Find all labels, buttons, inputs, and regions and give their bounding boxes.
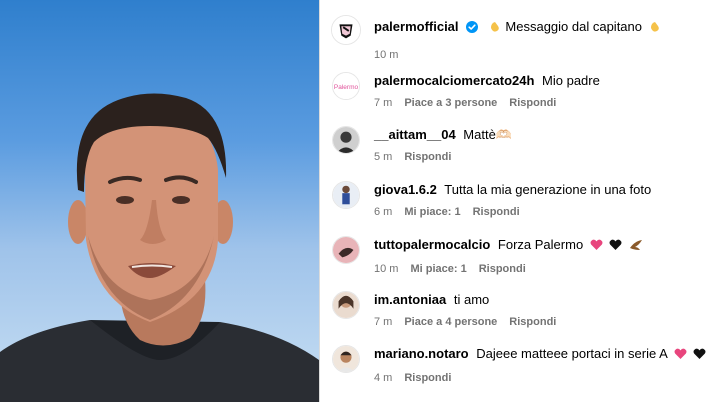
pink-heart-emoji-icon (590, 238, 603, 256)
username[interactable]: palermofficial (374, 19, 459, 34)
timestamp: 10 m (374, 49, 399, 61)
username[interactable]: __aittam__04 (374, 127, 456, 142)
palermo-text-logo-icon: Palermo (333, 73, 359, 99)
timestamp: 7 m (374, 97, 393, 109)
timestamp: 6 m (374, 206, 393, 218)
timestamp: 4 m (374, 372, 393, 384)
comments-panel: palermofficial Messaggio dal capitano 10… (320, 0, 712, 402)
username[interactable]: tuttopalermocalcio (374, 237, 490, 252)
reply-button[interactable]: Rispondi (404, 150, 451, 164)
avatar[interactable] (332, 236, 360, 264)
comment-text: Tutta la mia generazione in una foto (444, 182, 652, 197)
black-heart-emoji-icon (693, 347, 706, 365)
avatar-photo (333, 127, 359, 153)
comment-text: Dajeee matteee portaci in serie A (476, 346, 668, 361)
post-media-image[interactable] (0, 0, 319, 402)
comment-text: Mio padre (542, 73, 600, 88)
reply-button[interactable]: Rispondi (404, 371, 451, 385)
avatar-photo (333, 182, 359, 208)
palermo-logo-icon (332, 16, 360, 44)
avatar-photo (333, 292, 359, 318)
username[interactable]: palermocalciomercato24h (374, 73, 534, 88)
likes-count[interactable]: Mi piace: 1 (410, 262, 466, 276)
reply-button[interactable]: Rispondi (509, 96, 556, 110)
avatar-photo (333, 346, 359, 372)
clapping-hands-emoji-icon (649, 20, 662, 38)
avatar[interactable]: Palermo (332, 72, 360, 100)
clapping-hands-emoji-icon (489, 20, 502, 38)
avatar[interactable] (332, 181, 360, 209)
username[interactable]: im.antoniaa (374, 292, 446, 307)
caption-text: Messaggio dal capitano (505, 19, 642, 34)
avatar[interactable] (331, 15, 361, 45)
comment-text: Mattè🫶🏻 (463, 127, 512, 142)
reply-button[interactable]: Rispondi (509, 315, 556, 329)
reply-button[interactable]: Rispondi (473, 205, 520, 219)
likes-count[interactable]: Mi piace: 1 (404, 205, 460, 219)
avatar-photo (333, 237, 359, 263)
eagle-emoji-icon (629, 238, 643, 256)
likes-count[interactable]: Piace a 4 persone (404, 315, 497, 329)
avatar[interactable] (332, 126, 360, 154)
post-window: palermofficial Messaggio dal capitano 10… (0, 0, 712, 402)
timestamp: 7 m (374, 316, 393, 328)
black-heart-emoji-icon (609, 238, 622, 256)
portrait-photo (0, 93, 319, 402)
timestamp: 10 m (374, 263, 399, 275)
timestamp: 5 m (374, 151, 393, 163)
comment-text: Forza Palermo (497, 237, 584, 252)
verified-badge-icon (466, 20, 479, 38)
username[interactable]: giova1.6.2 (374, 182, 437, 197)
svg-text:Palermo: Palermo (334, 84, 359, 91)
username[interactable]: mariano.notaro (374, 346, 469, 361)
avatar[interactable] (332, 345, 360, 373)
reply-button[interactable]: Rispondi (479, 262, 526, 276)
likes-count[interactable]: Piace a 3 persone (404, 96, 497, 110)
pink-heart-emoji-icon (674, 347, 687, 365)
avatar[interactable] (332, 291, 360, 319)
comment-text: ti amo (453, 292, 490, 307)
